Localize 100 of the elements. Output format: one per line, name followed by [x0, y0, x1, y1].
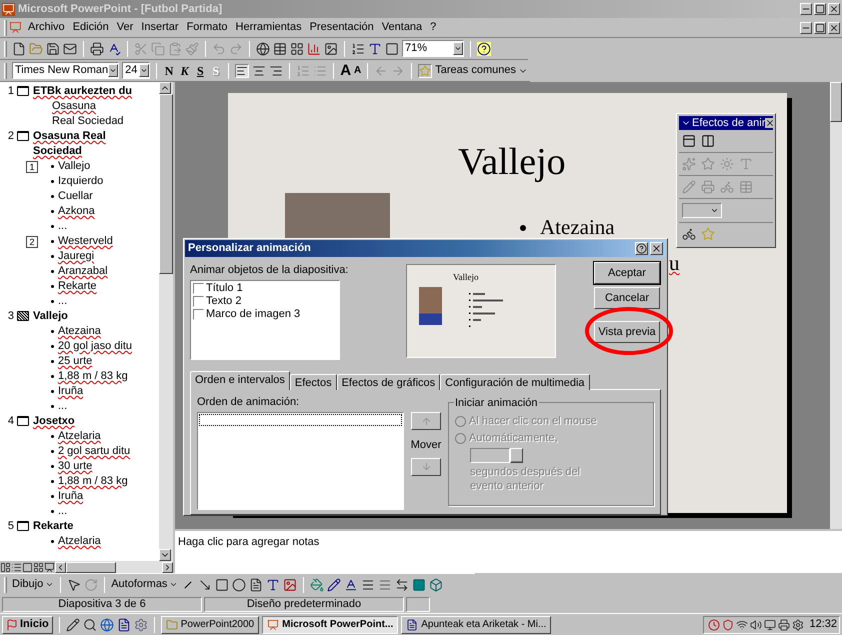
caret-icon[interactable]	[138, 64, 149, 77]
star-icon[interactable]	[418, 64, 432, 78]
scroll-left-icon[interactable]	[55, 562, 66, 572]
scrollbar-thumb[interactable]	[830, 82, 842, 122]
effect-dropdown[interactable]	[682, 203, 722, 218]
bike-icon[interactable]	[682, 227, 696, 241]
scrollbar-thumb[interactable]	[66, 562, 116, 572]
notes-pane[interactable]: Haga clic para agregar notas	[175, 529, 842, 573]
caret-icon[interactable]	[453, 42, 463, 55]
maximize-icon[interactable]	[814, 22, 826, 34]
caret-icon[interactable]	[710, 206, 719, 215]
maximize-icon[interactable]	[814, 3, 826, 15]
taskbar-button[interactable]: PowerPoint2000	[160, 616, 260, 634]
close-icon[interactable]	[765, 118, 776, 128]
menu-item[interactable]: Insertar	[137, 19, 183, 36]
start-button[interactable]: Inicio	[2, 616, 53, 634]
help-icon[interactable]	[477, 42, 491, 56]
rectangle-icon[interactable]	[215, 578, 230, 592]
search-icon[interactable]	[82, 618, 97, 632]
print-icon[interactable]	[90, 42, 104, 56]
line-style-icon[interactable]	[361, 578, 376, 592]
dialog-tab[interactable]: Configuración de multimedia	[440, 374, 590, 390]
list-icon[interactable]	[351, 42, 365, 56]
align-right-icon[interactable]	[269, 64, 284, 78]
app-icon[interactable]	[2, 2, 15, 16]
menu-item[interactable]: Herramientas	[232, 19, 306, 36]
text-effect-icon[interactable]	[701, 134, 715, 148]
menu-item[interactable]: Edición	[68, 19, 113, 36]
color-icon[interactable]	[385, 42, 399, 56]
horizontal-scrollbar[interactable]	[55, 561, 173, 573]
scrollbar-thumb[interactable]	[159, 94, 173, 274]
menu-item[interactable]: Ventana	[378, 19, 426, 36]
dash-style-icon[interactable]	[378, 578, 392, 592]
document-icon[interactable]	[116, 618, 131, 632]
image-icon[interactable]	[324, 42, 338, 56]
slide-icon[interactable]	[17, 86, 29, 96]
shadow-icon[interactable]	[412, 578, 426, 592]
chart-icon[interactable]	[307, 42, 321, 56]
taskbar-button[interactable]: Apunteak eta Ariketak - Mi...	[401, 616, 552, 634]
menu-item[interactable]: Formato	[182, 19, 232, 36]
menu-item[interactable]: Presentación	[306, 19, 378, 36]
3d-icon[interactable]	[429, 578, 444, 592]
browser-icon[interactable]	[100, 618, 114, 632]
presentation-icon[interactable]	[267, 618, 280, 630]
wordart-icon[interactable]	[266, 578, 280, 592]
star-icon[interactable]	[701, 227, 715, 241]
common-tasks-button[interactable]: Tareas comunes	[435, 62, 528, 79]
sorter-view-icon[interactable]	[33, 562, 44, 572]
help-icon[interactable]	[635, 242, 648, 255]
animation-order-list[interactable]	[197, 412, 404, 510]
shrink-font-button[interactable]: A	[354, 66, 362, 76]
edit-icon[interactable]	[66, 618, 80, 632]
text-icon[interactable]	[368, 42, 382, 56]
line-color-icon[interactable]	[327, 578, 342, 592]
close-icon[interactable]	[828, 3, 840, 15]
text-box-icon[interactable]	[249, 578, 264, 592]
printer-icon[interactable]	[778, 618, 790, 630]
star-icon[interactable]	[701, 157, 715, 171]
checkbox[interactable]	[193, 282, 204, 294]
close-icon[interactable]	[828, 22, 840, 34]
ellipse-icon[interactable]	[232, 578, 246, 592]
fill-color-icon[interactable]	[310, 578, 324, 592]
new-file-icon[interactable]	[12, 42, 26, 56]
dialog-tab[interactable]: Efectos de gráficos	[336, 374, 440, 390]
caret-icon[interactable]	[169, 580, 178, 589]
shield-icon[interactable]	[722, 618, 734, 630]
grid-icon[interactable]	[290, 42, 304, 56]
align-left-icon[interactable]	[235, 64, 250, 78]
slideshow-icon[interactable]	[44, 562, 55, 572]
volume-icon[interactable]	[750, 618, 762, 630]
arrow-style-icon[interactable]	[395, 578, 410, 592]
align-center-icon[interactable]	[252, 64, 266, 78]
monitor-icon[interactable]	[764, 618, 776, 630]
vertical-scrollbar[interactable]	[159, 82, 173, 561]
table-icon[interactable]	[273, 42, 287, 56]
globe-icon[interactable]	[256, 42, 270, 56]
pointer-icon[interactable]	[67, 578, 82, 592]
minimize-icon[interactable]	[800, 3, 812, 15]
slide-icon[interactable]	[17, 416, 29, 426]
font-color-icon[interactable]	[344, 578, 358, 592]
minimize-icon[interactable]	[800, 22, 812, 34]
clock-icon[interactable]	[708, 618, 720, 630]
zoom-dropdown[interactable]: 71%	[402, 40, 464, 57]
network-icon[interactable]	[736, 618, 748, 630]
scroll-down-icon[interactable]	[159, 549, 171, 561]
autoshapes-menu[interactable]: Autoformas	[111, 576, 178, 593]
menu-item[interactable]: Archivo	[24, 19, 69, 36]
settings-icon[interactable]	[792, 618, 804, 630]
draw-menu[interactable]: Dibujo	[12, 576, 54, 593]
save-icon[interactable]	[46, 42, 60, 56]
checkbox[interactable]	[193, 296, 204, 306]
dialog-button[interactable]: Cancelar	[594, 287, 660, 309]
document-icon[interactable]	[406, 618, 418, 630]
slide-icon[interactable]	[17, 311, 29, 321]
slide-view-icon[interactable]	[22, 562, 33, 572]
slide-icon[interactable]	[17, 521, 29, 531]
dialog-button[interactable]: Vista previa	[594, 321, 660, 343]
caret-icon[interactable]	[108, 64, 118, 77]
arrow-icon[interactable]	[198, 578, 212, 592]
spellcheck-icon[interactable]	[107, 42, 121, 56]
